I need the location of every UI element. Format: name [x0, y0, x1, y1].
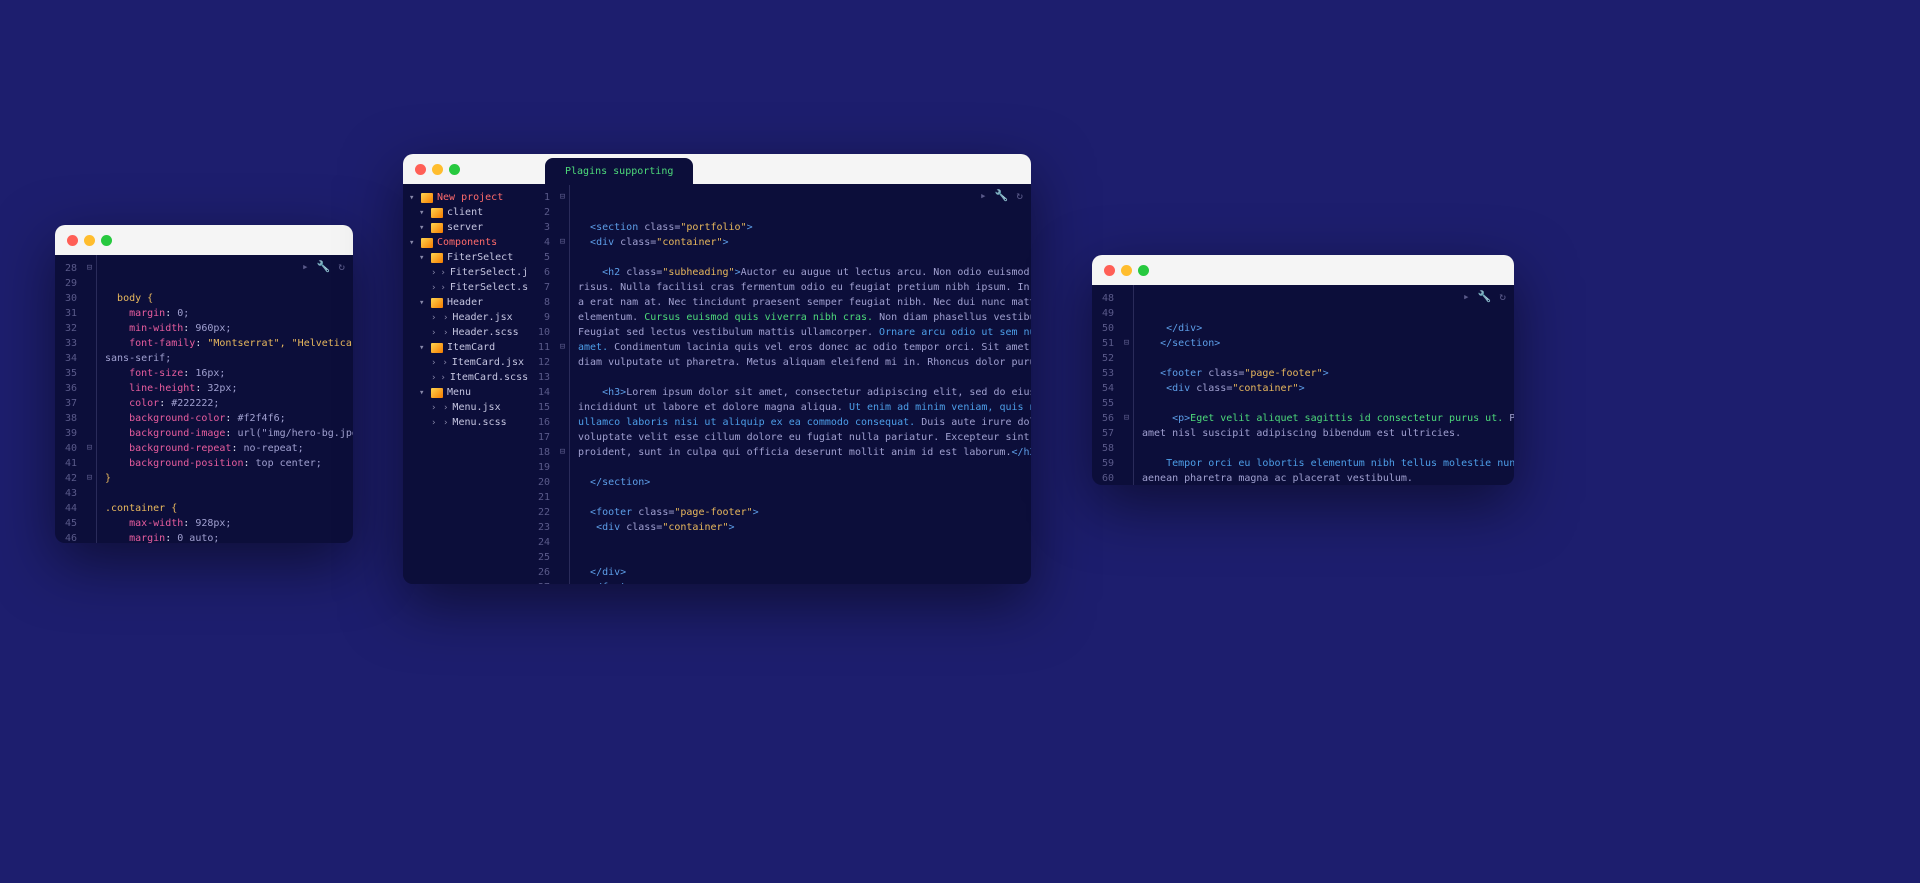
play-icon[interactable]: ▸ — [1463, 289, 1470, 304]
file-icon: › — [440, 283, 445, 293]
tree-item[interactable]: ▾client — [403, 205, 528, 220]
maximize-icon[interactable] — [449, 164, 460, 175]
wrench-icon[interactable]: 🔧 — [317, 259, 331, 274]
tree-item[interactable]: ››Menu.scss — [403, 415, 528, 430]
line-numbers: 2829303132333435363738394041424344454647 — [55, 255, 83, 543]
tree-item[interactable]: ▾New project — [403, 190, 528, 205]
html-editor-window: 484950515253545556575859606162 ⊟⊟ ▸ 🔧 ↻ … — [1092, 255, 1514, 485]
refresh-icon[interactable]: ↻ — [1499, 289, 1506, 304]
folder-icon — [431, 208, 443, 218]
file-icon: › — [443, 328, 448, 338]
minimize-icon[interactable] — [1121, 265, 1132, 276]
editor-actions: ▸ 🔧 ↻ — [302, 259, 345, 274]
refresh-icon[interactable]: ↻ — [338, 259, 345, 274]
code-area[interactable]: ▸ 🔧 ↻ <section class="portfolio"> <div c… — [570, 184, 1031, 584]
file-icon: › — [440, 268, 445, 278]
close-icon[interactable] — [67, 235, 78, 246]
file-tree: ▾New project▾client▾server▾Components▾Fi… — [403, 184, 528, 584]
line-numbers: 484950515253545556575859606162 — [1092, 285, 1120, 485]
tree-item[interactable]: ▾Header — [403, 295, 528, 310]
minimize-icon[interactable] — [432, 164, 443, 175]
fold-gutter[interactable]: ⊟⊟ — [1120, 285, 1134, 485]
play-icon[interactable]: ▸ — [302, 259, 309, 274]
tree-item[interactable]: ››ItemCard.jsx — [403, 355, 528, 370]
file-icon: › — [443, 313, 448, 323]
refresh-icon[interactable]: ↻ — [1016, 188, 1023, 203]
folder-icon — [421, 238, 433, 248]
main-editor-window: Plagins supporting ▾New project▾client▾s… — [403, 154, 1031, 584]
file-icon: › — [443, 418, 448, 428]
tree-item[interactable]: ▾Menu — [403, 385, 528, 400]
code-area[interactable]: ▸ 🔧 ↻ </div> </section> <footer class="p… — [1134, 285, 1514, 485]
tab-plugins[interactable]: Plagins supporting — [545, 158, 693, 185]
tree-item[interactable]: ▾ItemCard — [403, 340, 528, 355]
line-numbers: 1234567891011121314151617181920212223242… — [528, 184, 556, 584]
file-icon: › — [440, 373, 445, 383]
fold-gutter[interactable]: ⊟⊟⊟⊟ — [83, 255, 97, 543]
play-icon[interactable]: ▸ — [980, 188, 987, 203]
folder-icon — [431, 253, 443, 263]
code-area[interactable]: ▸ 🔧 ↻ body { margin: 0; min-width: 960px… — [97, 255, 353, 543]
folder-icon — [431, 343, 443, 353]
folder-icon — [431, 223, 443, 233]
tree-item[interactable]: ››FiterSelect.scss — [403, 280, 528, 295]
titlebar[interactable] — [1092, 255, 1514, 285]
tree-item[interactable]: ››Header.scss — [403, 325, 528, 340]
maximize-icon[interactable] — [1138, 265, 1149, 276]
file-icon: › — [443, 403, 448, 413]
wrench-icon[interactable]: 🔧 — [995, 188, 1009, 203]
tree-item[interactable]: ››Header.jsx — [403, 310, 528, 325]
fold-gutter[interactable]: ⊟⊟⊟⊟ — [556, 184, 570, 584]
tree-item[interactable]: ▾server — [403, 220, 528, 235]
wrench-icon[interactable]: 🔧 — [1478, 289, 1492, 304]
css-editor-window: 2829303132333435363738394041424344454647… — [55, 225, 353, 543]
close-icon[interactable] — [415, 164, 426, 175]
file-icon: › — [442, 358, 447, 368]
tree-item[interactable]: ››ItemCard.scss — [403, 370, 528, 385]
tree-item[interactable]: ››FiterSelect.jsx — [403, 265, 528, 280]
tree-item[interactable]: ▾Components — [403, 235, 528, 250]
maximize-icon[interactable] — [101, 235, 112, 246]
folder-icon — [421, 193, 433, 203]
minimize-icon[interactable] — [84, 235, 95, 246]
editor-actions: ▸ 🔧 ↻ — [1463, 289, 1506, 304]
tree-item[interactable]: ››Menu.jsx — [403, 400, 528, 415]
editor-actions: ▸ 🔧 ↻ — [980, 188, 1023, 203]
titlebar[interactable]: Plagins supporting — [403, 154, 1031, 184]
folder-icon — [431, 388, 443, 398]
titlebar[interactable] — [55, 225, 353, 255]
folder-icon — [431, 298, 443, 308]
tree-item[interactable]: ▾FiterSelect — [403, 250, 528, 265]
close-icon[interactable] — [1104, 265, 1115, 276]
